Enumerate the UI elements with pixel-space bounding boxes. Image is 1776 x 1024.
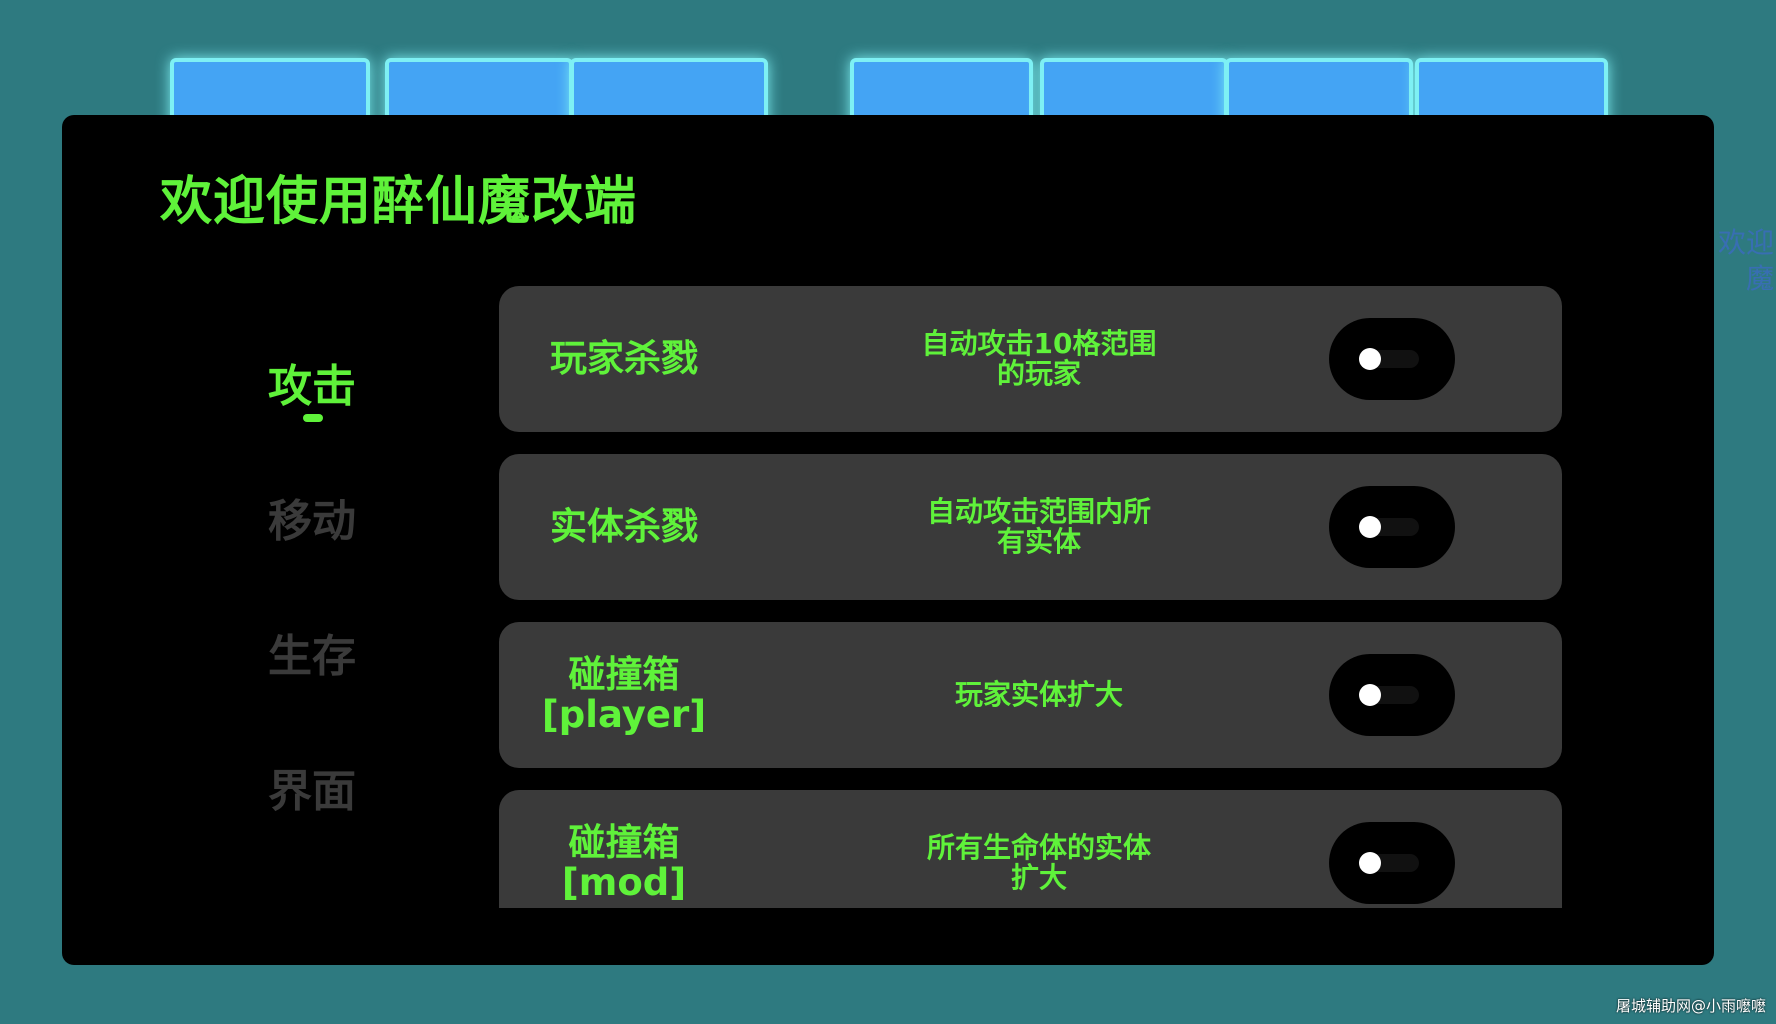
toggle-knob bbox=[1359, 852, 1381, 874]
nav-item-survival[interactable]: 生存 bbox=[232, 620, 392, 684]
feature-description: 所有生命体的实体扩大 bbox=[926, 831, 1151, 894]
feature-row-hitbox-mod: 碰撞箱 [mod] 所有生命体的实体扩大 bbox=[499, 790, 1562, 908]
active-nav-indicator bbox=[303, 414, 323, 422]
feature-toggle-hitbox-player[interactable] bbox=[1329, 654, 1455, 736]
nav-item-label: 移动 bbox=[268, 496, 356, 547]
background-edge-text: 欢迎 魔 bbox=[1717, 226, 1774, 295]
feature-description: 玩家实体扩大 bbox=[954, 678, 1123, 711]
toggle-knob bbox=[1359, 348, 1381, 370]
feature-toggle-entity-kill[interactable] bbox=[1329, 486, 1455, 568]
feature-list[interactable]: 玩家杀戮 自动攻击10格范围的玩家 实体杀戮 自动攻击范围内所有实体 碰撞箱 [… bbox=[499, 286, 1562, 908]
screen: 欢迎 魔 欢迎使用醉仙魔改端 攻击 移动 生存 界面 玩家杀戮 自动攻击10格范… bbox=[0, 0, 1776, 1024]
feature-name: 碰撞箱 [player] bbox=[541, 653, 707, 736]
feature-row-hitbox-player: 碰撞箱 [player] 玩家实体扩大 bbox=[499, 622, 1562, 768]
mod-menu-panel: 欢迎使用醉仙魔改端 攻击 移动 生存 界面 玩家杀戮 自动攻击10格范围的玩家 bbox=[62, 115, 1714, 965]
nav-item-label: 生存 bbox=[268, 631, 356, 682]
watermark: 屠城辅助网@小雨嚒嚒 bbox=[1615, 997, 1766, 1015]
toggle-knob bbox=[1359, 684, 1381, 706]
nav-item-label: 界面 bbox=[268, 766, 356, 817]
nav-item-attack[interactable]: 攻击 bbox=[232, 350, 392, 414]
feature-description: 自动攻击范围内所有实体 bbox=[926, 495, 1151, 558]
feature-name: 玩家杀戮 bbox=[550, 337, 698, 380]
feature-description: 自动攻击10格范围的玩家 bbox=[921, 327, 1157, 390]
toggle-knob bbox=[1359, 516, 1381, 538]
feature-toggle-player-kill[interactable] bbox=[1329, 318, 1455, 400]
feature-row-entity-kill: 实体杀戮 自动攻击范围内所有实体 bbox=[499, 454, 1562, 600]
feature-toggle-hitbox-mod[interactable] bbox=[1329, 822, 1455, 904]
feature-row-player-kill: 玩家杀戮 自动攻击10格范围的玩家 bbox=[499, 286, 1562, 432]
nav-item-label: 攻击 bbox=[268, 361, 356, 412]
feature-name: 碰撞箱 [mod] bbox=[561, 821, 687, 904]
nav-item-movement[interactable]: 移动 bbox=[232, 485, 392, 549]
nav-item-interface[interactable]: 界面 bbox=[232, 755, 392, 819]
feature-name: 实体杀戮 bbox=[550, 505, 698, 548]
panel-title: 欢迎使用醉仙魔改端 bbox=[160, 172, 638, 232]
